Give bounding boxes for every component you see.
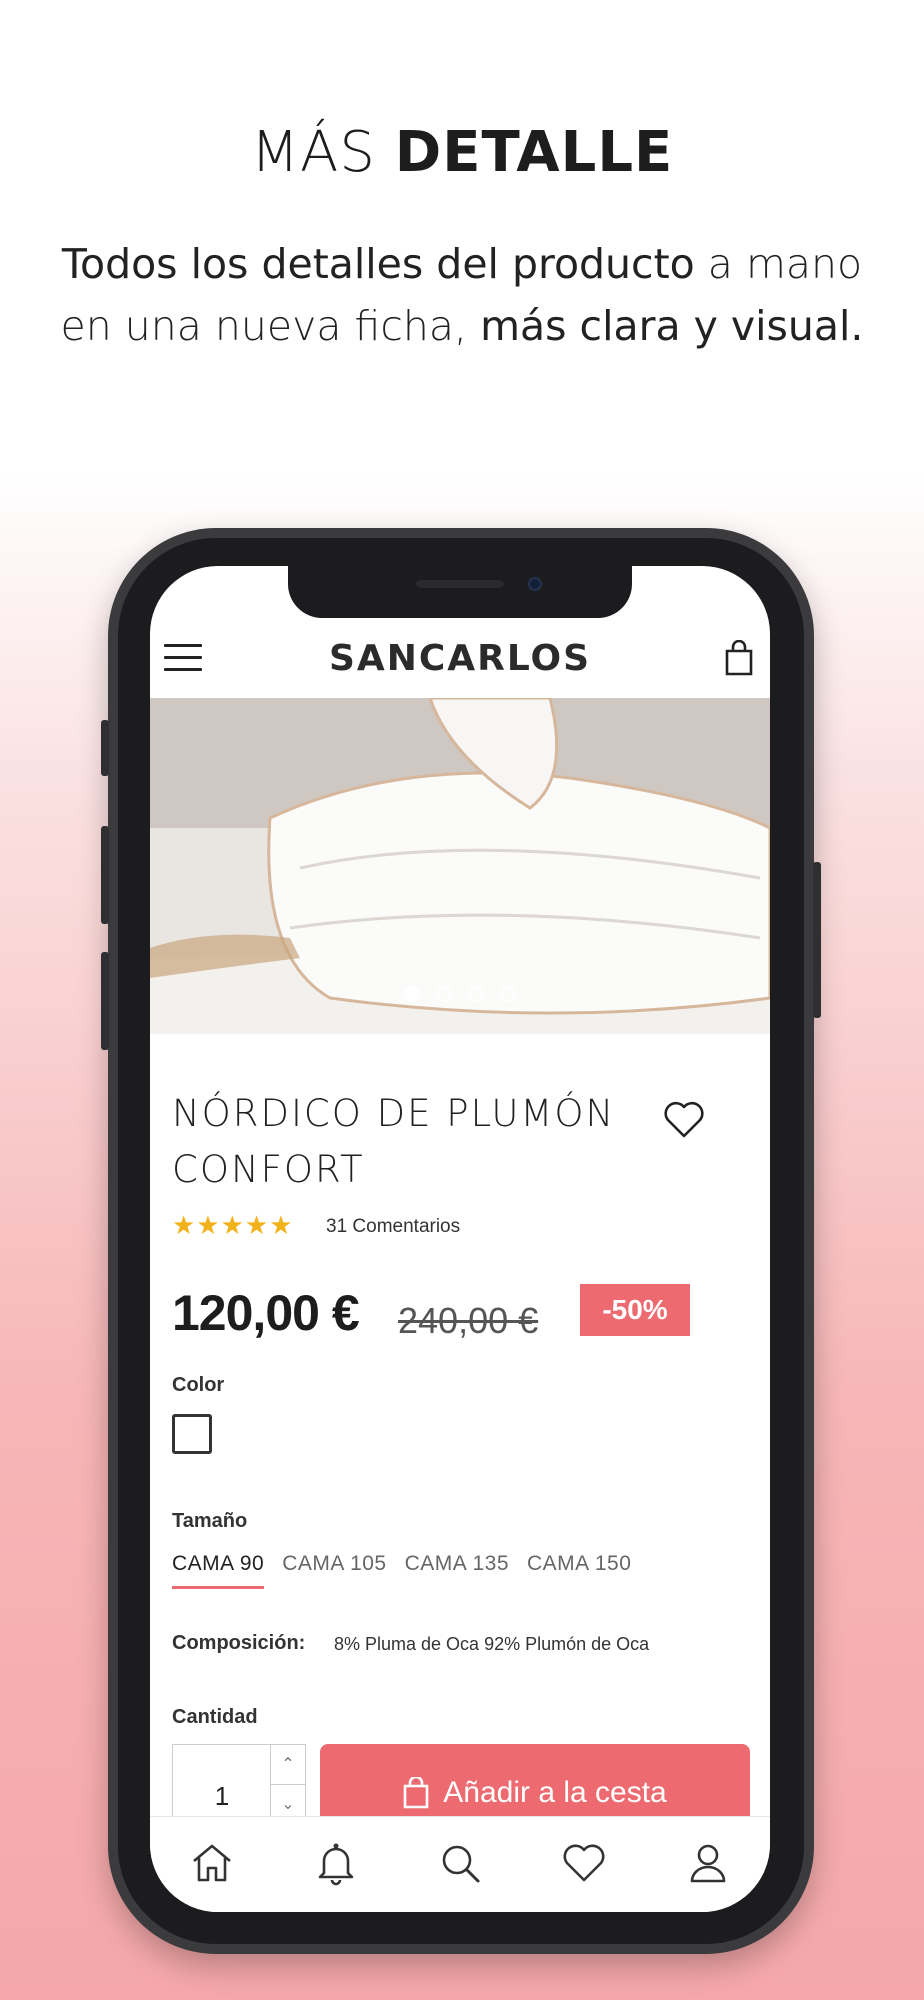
shopping-bag-icon[interactable] <box>724 640 754 676</box>
add-to-cart-label: Añadir a la cesta <box>443 1776 667 1809</box>
app-screen: SANCARLOS NÓRDICO DE PLUMÓN CONFORT ★★★★… <box>150 566 770 1912</box>
favorite-heart-icon[interactable] <box>662 1098 706 1140</box>
reviews-count[interactable]: 31 Comentarios <box>326 1216 460 1238</box>
user-icon[interactable] <box>684 1839 732 1887</box>
carousel-dot[interactable] <box>436 986 452 1002</box>
carousel-dot[interactable] <box>500 986 516 1002</box>
home-icon[interactable] <box>188 1839 236 1887</box>
promo-title: MÁS DETALLE <box>0 120 924 185</box>
chevron-up-icon[interactable]: ⌃ <box>271 1745 305 1785</box>
current-price: 120,00 € <box>172 1285 360 1341</box>
carousel-dot[interactable] <box>404 986 420 1002</box>
product-image-carousel[interactable] <box>150 698 770 1034</box>
size-options: CAMA 90 CAMA 105 CAMA 135 CAMA 150 <box>172 1552 631 1589</box>
phone-notch <box>288 566 632 618</box>
phone-camera <box>528 577 542 591</box>
quantity-value: 1 <box>214 1781 230 1811</box>
rating-stars: ★★★★★ <box>172 1210 294 1240</box>
composition-value: 8% Pluma de Oca 92% Plumón de Oca <box>334 1634 650 1654</box>
composition-label: Composición: <box>172 1632 306 1654</box>
quantity-stepper[interactable]: ⌃ ⌄ <box>270 1744 306 1824</box>
discount-badge: -50% <box>580 1284 690 1336</box>
size-option[interactable]: CAMA 90 <box>172 1552 265 1589</box>
product-title: NÓRDICO DE PLUMÓN CONFORT <box>172 1092 616 1191</box>
duvet-image <box>150 698 770 1034</box>
size-option[interactable]: CAMA 135 <box>405 1552 509 1589</box>
shopping-bag-icon <box>403 1777 429 1809</box>
promo-title-bold: DETALLE <box>394 120 674 185</box>
add-to-cart-button[interactable]: Añadir a la cesta <box>320 1744 750 1824</box>
phone-power-button <box>813 862 821 1018</box>
color-swatch-white[interactable] <box>172 1414 212 1454</box>
bottom-navigation <box>150 1816 770 1912</box>
promo-subtitle: Todos los detalles del producto a mano e… <box>60 233 864 357</box>
promo-subtitle-bold-1: Todos los detalles del producto <box>61 240 695 288</box>
phone-volume-down <box>101 952 109 1050</box>
carousel-dot[interactable] <box>468 986 484 1002</box>
search-icon[interactable] <box>436 1839 484 1887</box>
promo-subtitle-bold-2: más clara y visual. <box>480 302 864 350</box>
carousel-dots <box>150 986 770 1002</box>
brand-logo[interactable]: SANCARLOS <box>150 638 770 679</box>
size-option[interactable]: CAMA 150 <box>527 1552 631 1589</box>
color-label: Color <box>172 1374 225 1396</box>
phone-side-button <box>101 720 109 776</box>
size-label: Tamaño <box>172 1510 248 1532</box>
size-option[interactable]: CAMA 105 <box>282 1552 386 1589</box>
quantity-input[interactable]: 1 <box>172 1744 270 1824</box>
quantity-label: Cantidad <box>172 1706 258 1728</box>
promo-title-light: MÁS <box>250 120 376 185</box>
phone-volume-up <box>101 826 109 924</box>
old-price: 240,00 € <box>398 1300 539 1341</box>
heart-icon[interactable] <box>560 1839 608 1887</box>
phone-speaker <box>416 580 504 588</box>
bell-icon[interactable] <box>312 1839 360 1887</box>
